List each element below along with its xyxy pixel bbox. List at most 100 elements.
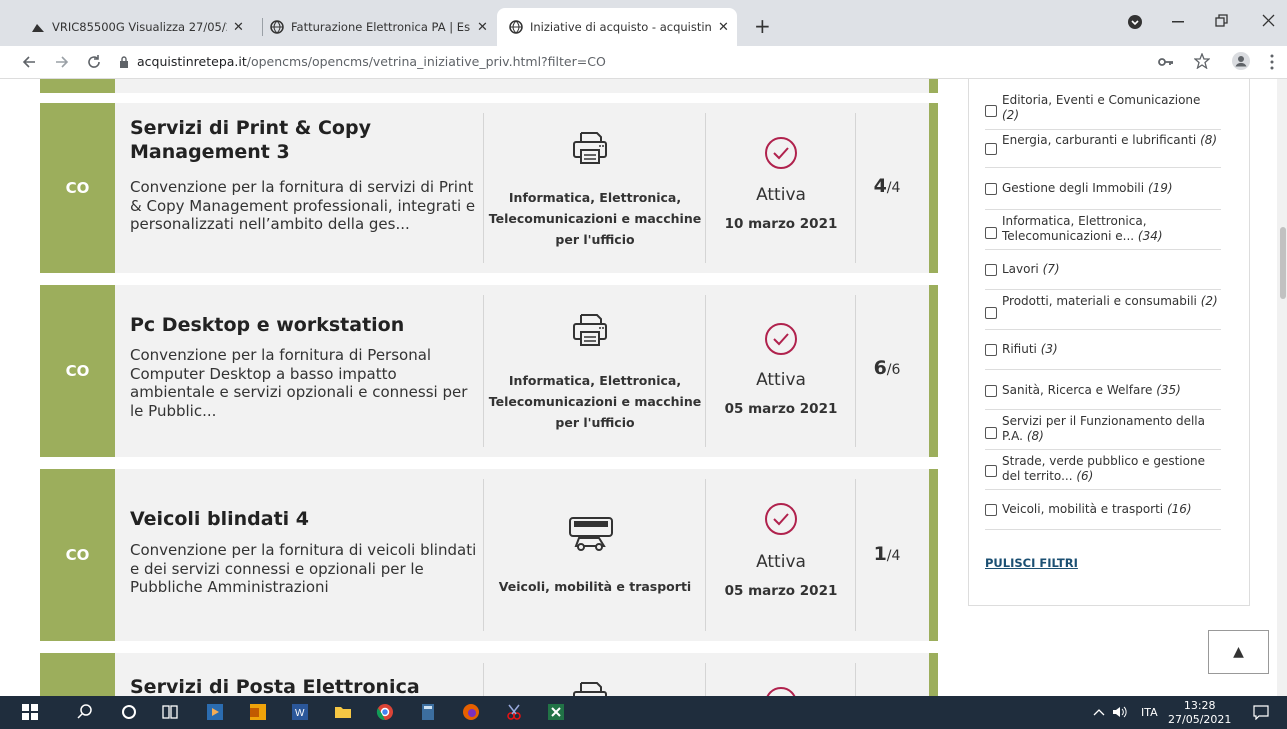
card-divider [855, 663, 856, 696]
close-tab-icon[interactable]: ✕ [233, 20, 244, 35]
forward-arrow-icon[interactable] [55, 55, 69, 69]
count-total: /4 [886, 180, 901, 196]
filter-checkbox[interactable] [985, 504, 997, 516]
excel-icon[interactable] [546, 702, 566, 722]
filter-item[interactable]: Lavori (7) [985, 251, 1221, 290]
initiative-card[interactable]: CO Veicoli blindati 4 Convenzione per la… [40, 469, 938, 641]
filter-item[interactable]: Rifiuti (3) [985, 331, 1221, 370]
initiative-card[interactable]: Servizi di Posta Elettronica [40, 653, 938, 696]
page-scrollbar[interactable] [1277, 79, 1287, 696]
initiative-card[interactable]: CO Servizi di Print & Copy Management 3 … [40, 103, 938, 273]
card-description: Convenzione per la fornitura di Personal… [130, 346, 468, 420]
card-divider [855, 295, 856, 447]
system-clock[interactable]: 13:28 27/05/2021 [1168, 699, 1231, 727]
file-explorer-icon[interactable] [333, 702, 353, 722]
filter-checkbox[interactable] [985, 143, 997, 155]
filter-item[interactable]: Strade, verde pubblico e gestione del te… [985, 451, 1221, 490]
filter-label: Veicoli, mobilità e trasporti (16) [1002, 502, 1192, 516]
status-check-icon [765, 137, 797, 169]
filter-item[interactable]: Editoria, Eventi e Comunicazione (2) [985, 93, 1221, 130]
card-status: Attiva [756, 370, 806, 390]
minimize-icon[interactable] [1172, 20, 1186, 24]
reload-icon[interactable] [86, 54, 102, 70]
word-icon[interactable]: W [290, 702, 310, 722]
card-code-badge: CO [40, 103, 115, 273]
filter-checkbox[interactable] [985, 105, 997, 117]
filter-checkbox[interactable] [985, 307, 997, 319]
tab-vric[interactable]: VRIC85500G Visualizza 27/05/20… ✕ [30, 8, 255, 46]
task-view-icon[interactable] [160, 702, 180, 722]
filter-checkbox[interactable] [985, 385, 997, 397]
tab-iniziative[interactable]: Iniziative di acquisto - acquistinre ✕ [497, 8, 737, 46]
profile-menu-icon[interactable] [1127, 14, 1143, 30]
key-icon[interactable] [1158, 55, 1174, 69]
filter-item[interactable]: Energia, carburanti e lubrificanti (8) [985, 131, 1221, 168]
page-content: CO Servizi di Print & Copy Management 3 … [0, 79, 1287, 696]
filter-label: Strade, verde pubblico e gestione del te… [1002, 454, 1205, 483]
filter-label: Rifiuti (3) [1002, 342, 1058, 356]
close-tab-icon[interactable]: ✕ [718, 20, 729, 35]
card-code-badge: CO [40, 285, 115, 457]
filter-checkbox[interactable] [985, 183, 997, 195]
filter-item[interactable]: Servizi per il Funzionamento della P.A. … [985, 411, 1221, 450]
account-avatar-icon[interactable] [1232, 52, 1250, 70]
card-date: 05 marzo 2021 [724, 583, 838, 599]
vehicles-icon [569, 517, 613, 551]
card-title[interactable]: Veicoli blindati 4 [130, 507, 480, 531]
tab-fatturazione[interactable]: Fatturazione Elettronica PA | Esito ✕ [270, 8, 495, 46]
volume-icon[interactable] [1112, 705, 1128, 719]
count-total: /6 [886, 362, 901, 378]
chrome-icon[interactable] [375, 702, 395, 722]
card-category: Informatica, Elettronica, Telecomunicazi… [488, 190, 702, 247]
snipping-tool-icon[interactable] [504, 702, 524, 722]
filter-item[interactable]: Informatica, Elettronica, Telecomunicazi… [985, 211, 1221, 250]
clear-filters-link[interactable]: PULISCI FILTRI [985, 556, 1078, 570]
windows-start-icon[interactable] [22, 704, 38, 720]
outlook-icon[interactable] [248, 702, 268, 722]
card-status: Attiva [756, 552, 806, 572]
filter-checkbox[interactable] [985, 427, 997, 439]
filter-checkbox[interactable] [985, 465, 997, 477]
printer-icon [573, 132, 607, 164]
card-title[interactable]: Servizi di Posta Elettronica [130, 675, 480, 696]
close-window-icon[interactable] [1262, 14, 1276, 28]
category-filter-panel: Editoria, Eventi e Comunicazione (2) Ene… [968, 79, 1250, 606]
url-field[interactable]: acquistinretepa.it/opencms/opencms/vetri… [137, 54, 606, 69]
filter-item[interactable]: Sanità, Ricerca e Welfare (35) [985, 371, 1221, 410]
count-main: 4 [873, 175, 887, 197]
firefox-icon[interactable] [461, 702, 481, 722]
close-tab-icon[interactable]: ✕ [477, 20, 488, 35]
search-icon[interactable] [75, 702, 95, 722]
back-arrow-icon[interactable] [22, 55, 36, 69]
card-date: 05 marzo 2021 [724, 401, 838, 417]
filter-item[interactable]: Prodotti, materiali e consumabili (2) [985, 291, 1221, 330]
tab-label: VRIC85500G Visualizza 27/05/20… [52, 20, 227, 34]
filter-item[interactable]: Gestione degli Immobili (19) [985, 169, 1221, 210]
filter-checkbox[interactable] [985, 227, 997, 239]
filter-item[interactable]: Veicoli, mobilità e trasporti (16) [985, 491, 1221, 530]
back-to-top-button[interactable]: ▲ [1208, 630, 1269, 674]
lock-icon[interactable] [119, 56, 129, 68]
count-main: 6 [873, 357, 887, 379]
media-app-icon[interactable] [205, 702, 225, 722]
initiative-card-previous[interactable] [40, 79, 938, 93]
filter-label: Energia, carburanti e lubrificanti (8) [1002, 133, 1218, 147]
restore-icon[interactable] [1215, 14, 1229, 28]
card-title[interactable]: Pc Desktop e workstation [130, 313, 480, 337]
notifications-icon[interactable] [1253, 704, 1269, 720]
tab-separator [262, 18, 263, 36]
cortana-icon[interactable] [119, 702, 139, 722]
calculator-icon[interactable] [418, 702, 438, 722]
new-tab-button[interactable]: + [754, 14, 771, 38]
filter-checkbox[interactable] [985, 264, 997, 276]
card-category: Veicoli, mobilità e trasporti [498, 579, 692, 594]
card-title[interactable]: Servizi di Print & Copy Management 3 [130, 116, 480, 164]
bookmark-star-icon[interactable] [1194, 53, 1210, 69]
filter-checkbox[interactable] [985, 344, 997, 356]
url-path: /opencms/opencms/vetrina_iniziative_priv… [246, 54, 606, 69]
initiative-card[interactable]: CO Pc Desktop e workstation Convenzione … [40, 285, 938, 457]
language-indicator[interactable]: ITA [1141, 706, 1158, 719]
tray-chevron-up-icon[interactable] [1093, 707, 1105, 717]
browser-menu-icon[interactable] [1270, 54, 1274, 70]
scrollbar-thumb[interactable] [1280, 227, 1286, 299]
